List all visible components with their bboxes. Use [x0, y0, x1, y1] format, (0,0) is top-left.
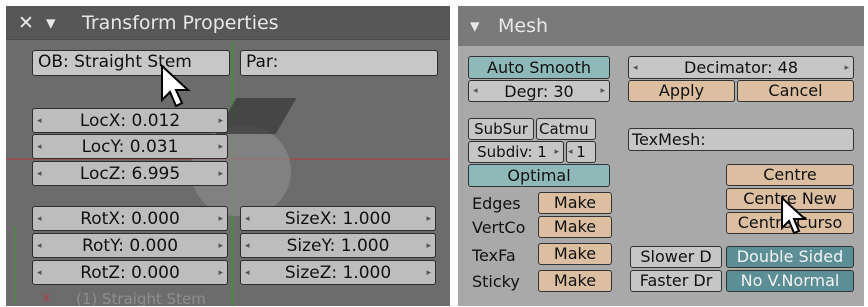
- rot-z-field[interactable]: ◂ RotZ: 0.000 ▸: [32, 260, 228, 285]
- loc-z-field[interactable]: ◂ LocZ: 6.995 ▸: [32, 161, 228, 186]
- dropdown-arrows-icon: ⇕: [593, 124, 595, 137]
- mouse-cursor-icon: [781, 196, 808, 235]
- texface-label: TexFa: [472, 246, 516, 265]
- viewport-axis-x-label: x: [42, 290, 51, 306]
- rot-y-field[interactable]: ◂ RotY: 0.000 ▸: [32, 233, 228, 258]
- decrement-arrow-icon[interactable]: ◂: [37, 162, 42, 186]
- decrement-arrow-icon[interactable]: ◂: [568, 142, 573, 163]
- sticky-label: Sticky: [472, 272, 520, 291]
- faster-draw-toggle[interactable]: Faster Dr: [630, 270, 722, 292]
- texface-make-button[interactable]: Make: [538, 243, 612, 265]
- subdiv-render-value: 1: [576, 143, 586, 161]
- panel-title: Mesh: [498, 15, 549, 37]
- no-vnormal-flip-toggle[interactable]: No V.Normal: [726, 270, 854, 292]
- increment-arrow-icon[interactable]: ▸: [218, 109, 223, 133]
- object-name-field[interactable]: OB: Straight Stem: [32, 50, 230, 76]
- increment-arrow-icon[interactable]: ▸: [218, 234, 223, 258]
- decrement-arrow-icon[interactable]: ◂: [245, 207, 250, 231]
- parent-field[interactable]: Par:: [240, 50, 438, 76]
- size-z-value: SizeZ: 1.000: [284, 262, 392, 283]
- collapse-icon[interactable]: ▾: [470, 6, 480, 46]
- mouse-cursor-icon: [161, 64, 191, 108]
- transform-panel-header[interactable]: ✕ ▾ Transform Properties: [6, 6, 450, 40]
- decrement-arrow-icon[interactable]: ◂: [37, 109, 42, 133]
- increment-arrow-icon[interactable]: ▸: [426, 207, 431, 231]
- decrement-arrow-icon[interactable]: ◂: [37, 135, 42, 159]
- degree-field[interactable]: ◂ Degr: 30 ▸: [468, 80, 610, 102]
- decimator-field[interactable]: ◂ Decimator: 48 ▸: [628, 56, 854, 79]
- apply-button[interactable]: Apply: [628, 80, 735, 102]
- mesh-panel-header[interactable]: ▾ Mesh: [458, 6, 864, 46]
- size-x-field[interactable]: ◂ SizeX: 1.000 ▸: [240, 206, 436, 231]
- optimal-toggle[interactable]: Optimal: [468, 164, 610, 187]
- increment-arrow-icon[interactable]: ▸: [600, 81, 605, 102]
- panel-title: Transform Properties: [82, 12, 279, 34]
- sticky-make-button[interactable]: Make: [538, 270, 612, 292]
- size-x-value: SizeX: 1.000: [284, 208, 392, 229]
- decrement-arrow-icon[interactable]: ◂: [245, 261, 250, 285]
- vertcol-make-button[interactable]: Make: [538, 216, 612, 238]
- degree-value: Degr: 30: [504, 81, 574, 101]
- loc-y-field[interactable]: ◂ LocY: 0.031 ▸: [32, 134, 228, 159]
- subsurf-type-value: Catmu: [539, 120, 589, 138]
- size-y-field[interactable]: ◂ SizeY: 1.000 ▸: [240, 233, 436, 258]
- rot-x-field[interactable]: ◂ RotX: 0.000 ▸: [32, 206, 228, 231]
- decrement-arrow-icon[interactable]: ◂: [37, 261, 42, 285]
- size-z-field[interactable]: ◂ SizeZ: 1.000 ▸: [240, 260, 436, 285]
- cancel-button[interactable]: Cancel: [737, 80, 854, 102]
- texmesh-field[interactable]: TexMesh:: [628, 128, 854, 151]
- increment-arrow-icon[interactable]: ▸: [426, 234, 431, 258]
- decrement-arrow-icon[interactable]: ◂: [473, 81, 478, 102]
- auto-smooth-button[interactable]: Auto Smooth: [468, 56, 610, 79]
- mesh-panel: ▾ Mesh Auto Smooth ◂ Degr: 30 ▸ ◂ Decima…: [458, 6, 864, 306]
- loc-x-value: LocX: 0.012: [79, 110, 181, 131]
- transform-properties-panel: (1) Straight Stem x ✕ ▾ Transform Proper…: [6, 6, 450, 306]
- increment-arrow-icon[interactable]: ▸: [218, 135, 223, 159]
- collapse-icon[interactable]: ▾: [46, 6, 56, 40]
- increment-arrow-icon[interactable]: ▸: [426, 261, 431, 285]
- vertcol-label: VertCo: [472, 218, 526, 237]
- viewport-object-label: (1) Straight Stem: [76, 290, 206, 306]
- loc-y-value: LocY: 0.031: [81, 136, 179, 157]
- increment-arrow-icon[interactable]: ▸: [554, 142, 559, 163]
- rot-x-value: RotX: 0.000: [80, 208, 180, 229]
- subsurf-toggle[interactable]: SubSur: [468, 118, 534, 140]
- decrement-arrow-icon[interactable]: ◂: [633, 57, 638, 79]
- subdiv-field[interactable]: ▸ Subdiv: 1: [468, 141, 564, 163]
- loc-x-field[interactable]: ◂ LocX: 0.012 ▸: [32, 108, 228, 133]
- subdiv-value: Subdiv: 1: [477, 143, 547, 161]
- rot-z-value: RotZ: 0.000: [80, 262, 180, 283]
- centre-button[interactable]: Centre: [726, 164, 854, 186]
- edges-label: Edges: [472, 194, 521, 213]
- edges-make-button[interactable]: Make: [538, 192, 612, 214]
- viewport-axis-indicator: [14, 226, 16, 304]
- increment-arrow-icon[interactable]: ▸: [218, 162, 223, 186]
- decrement-arrow-icon[interactable]: ◂: [37, 207, 42, 231]
- decrement-arrow-icon[interactable]: ◂: [245, 234, 250, 258]
- subdiv-render-field[interactable]: ◂ 1: [566, 141, 596, 163]
- loc-z-value: LocZ: 6.995: [79, 163, 181, 184]
- rot-y-value: RotY: 0.000: [81, 235, 179, 256]
- close-icon[interactable]: ✕: [18, 6, 34, 40]
- increment-arrow-icon[interactable]: ▸: [844, 57, 849, 79]
- decimator-value: Decimator: 48: [684, 58, 798, 77]
- increment-arrow-icon[interactable]: ▸: [218, 261, 223, 285]
- decrement-arrow-icon[interactable]: ◂: [37, 234, 42, 258]
- subsurf-type-select[interactable]: Catmu ⇕: [536, 118, 596, 140]
- slower-draw-toggle[interactable]: Slower D: [630, 246, 722, 268]
- double-sided-toggle[interactable]: Double Sided: [726, 246, 854, 268]
- increment-arrow-icon[interactable]: ▸: [218, 207, 223, 231]
- size-y-value: SizeY: 1.000: [286, 235, 390, 256]
